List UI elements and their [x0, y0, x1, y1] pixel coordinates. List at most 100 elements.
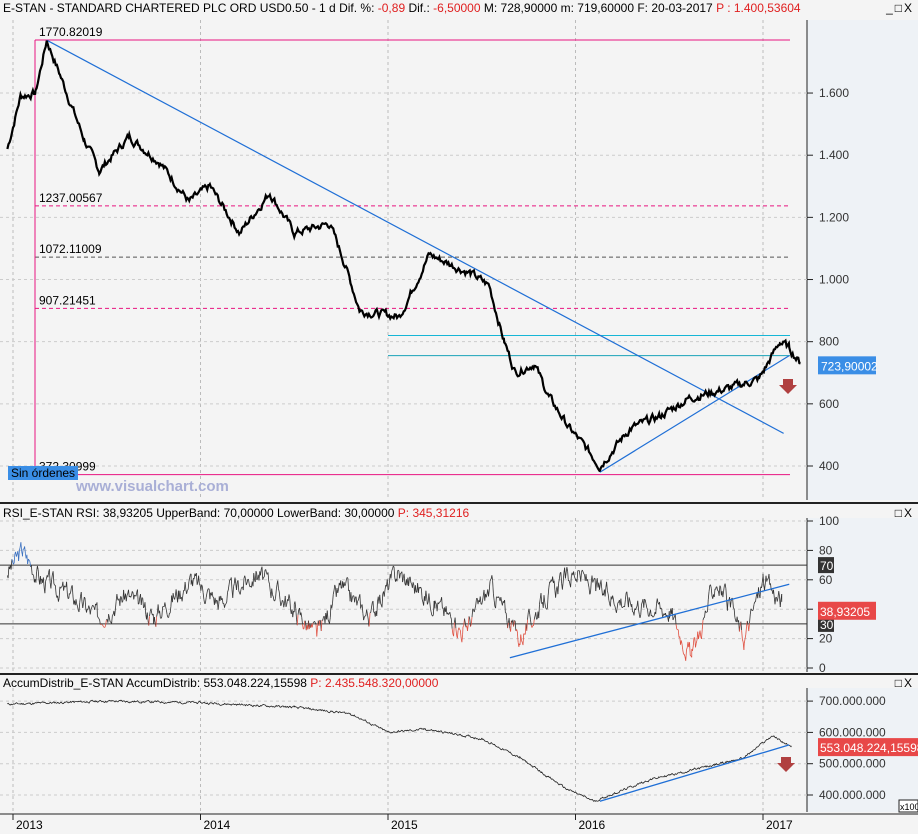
rsi-segment	[489, 578, 492, 582]
rsi-segment	[474, 605, 477, 609]
rsi-segment	[746, 620, 749, 625]
rsi-segment	[220, 595, 222, 600]
rsi-segment	[33, 575, 35, 583]
rsi-segment	[24, 553, 27, 559]
rsi-segment	[757, 587, 759, 599]
rsi-segment	[287, 599, 289, 601]
rsi-segment	[211, 591, 214, 597]
rsi-segment	[660, 607, 663, 610]
rsi-segment	[6, 575, 9, 579]
rsi-segment	[265, 569, 267, 573]
rsi-segment	[42, 577, 44, 583]
rsi-segment	[37, 569, 40, 579]
rsi-segment	[387, 588, 390, 591]
rsi-segment	[735, 616, 738, 623]
rsi-segment	[758, 587, 760, 595]
rsi-segment	[184, 581, 187, 590]
rsi-lower: LowerBand: 30,00000	[277, 506, 395, 520]
rsi-segment	[368, 612, 371, 626]
window-controls[interactable]: _□X	[886, 0, 914, 16]
rsi-segment	[488, 590, 490, 597]
rsi-segment	[448, 613, 450, 615]
rsi-panel-header: RSI_E-STAN RSI: 38,93205 UpperBand: 70,0…	[0, 505, 918, 521]
rsi-segment	[542, 602, 544, 608]
rsi-tick-label: 60	[819, 573, 833, 587]
rsi-segment	[486, 589, 489, 594]
rsi-segment	[136, 589, 138, 593]
rsi-segment	[732, 598, 734, 608]
rsi-segment	[744, 634, 747, 640]
rsi-segment	[142, 598, 144, 608]
rsi-segment	[345, 577, 348, 580]
rsi-segment	[599, 580, 602, 585]
rsi-segment	[456, 630, 459, 639]
rsi-segment	[576, 570, 579, 583]
rsi-segment	[14, 551, 16, 555]
rsi-segment	[453, 617, 456, 623]
rsi-segment	[669, 608, 672, 617]
rsi-segment	[522, 633, 525, 646]
rsi-segment	[79, 596, 81, 603]
rsi-segment	[525, 623, 528, 631]
rsi-segment	[702, 617, 705, 621]
rsi-segment	[456, 635, 458, 639]
rsi-segment	[686, 647, 688, 650]
rsi-segment	[80, 591, 82, 597]
chart-canvas[interactable]: 2013 2014 2015 2016 2017 400 600 800 1.000 1.200 1…	[0, 0, 918, 834]
rsi-segment	[563, 567, 566, 574]
rsi-segment	[618, 599, 620, 603]
rsi-segment	[394, 577, 396, 582]
dif-label: Dif.:	[408, 1, 430, 15]
rsi-segment	[454, 617, 457, 629]
rsi-segment	[276, 580, 279, 585]
rsi-segment	[749, 608, 752, 615]
rsi-segment	[239, 589, 242, 595]
rsi-segment	[452, 633, 455, 637]
rsi-segment	[746, 620, 748, 627]
rsi-segment	[511, 620, 513, 623]
rsi-segment	[383, 589, 386, 597]
rsi-window-controls[interactable]: _□X	[886, 505, 914, 521]
rsi-segment	[87, 605, 90, 610]
rsi-segment	[213, 597, 216, 605]
rsi-segment	[579, 575, 582, 582]
rsi-segment	[168, 613, 170, 618]
rsi-segment	[507, 618, 510, 623]
rsi-segment	[287, 594, 290, 601]
rsi-segment	[590, 575, 593, 583]
rsi-segment	[173, 597, 175, 600]
rsi-segment	[207, 588, 209, 591]
rsi-segment	[568, 580, 570, 582]
ad-window-controls[interactable]: _□X	[886, 675, 914, 691]
rsi-segment	[40, 578, 43, 580]
rsi-segment	[663, 613, 666, 616]
rsi-segment	[283, 603, 285, 608]
rsi-segment	[534, 612, 537, 616]
rsi-segment	[288, 594, 291, 599]
panel-divider[interactable]	[0, 502, 918, 504]
rsi-segment	[77, 610, 80, 613]
rsi-segment	[599, 584, 601, 590]
rsi-segment	[778, 591, 780, 597]
rsi-segment	[102, 624, 104, 627]
rsi-segment	[74, 599, 77, 606]
price-tick-label: 1.000	[819, 273, 849, 287]
rsi-segment	[126, 593, 129, 596]
max-value: M: 728,90000	[483, 1, 558, 15]
rsi-segment	[667, 617, 669, 622]
rsi-segment	[216, 599, 218, 602]
rsi-segment	[477, 600, 480, 605]
rsi-segment	[761, 582, 763, 588]
rsi-segment	[565, 567, 568, 573]
no-orders-badge[interactable]: Sin órdenes	[8, 466, 79, 480]
rsi-segment	[704, 610, 706, 618]
rsi-segment	[535, 612, 537, 620]
rsi-segment	[672, 618, 675, 621]
rsi-segment	[447, 612, 449, 615]
rsi-segment	[478, 600, 480, 603]
rsi-segment	[767, 573, 770, 579]
rsi-segment	[337, 589, 339, 594]
rsi-segment	[493, 600, 496, 607]
rsi-segment	[317, 620, 320, 626]
rsi-segment	[756, 593, 759, 599]
